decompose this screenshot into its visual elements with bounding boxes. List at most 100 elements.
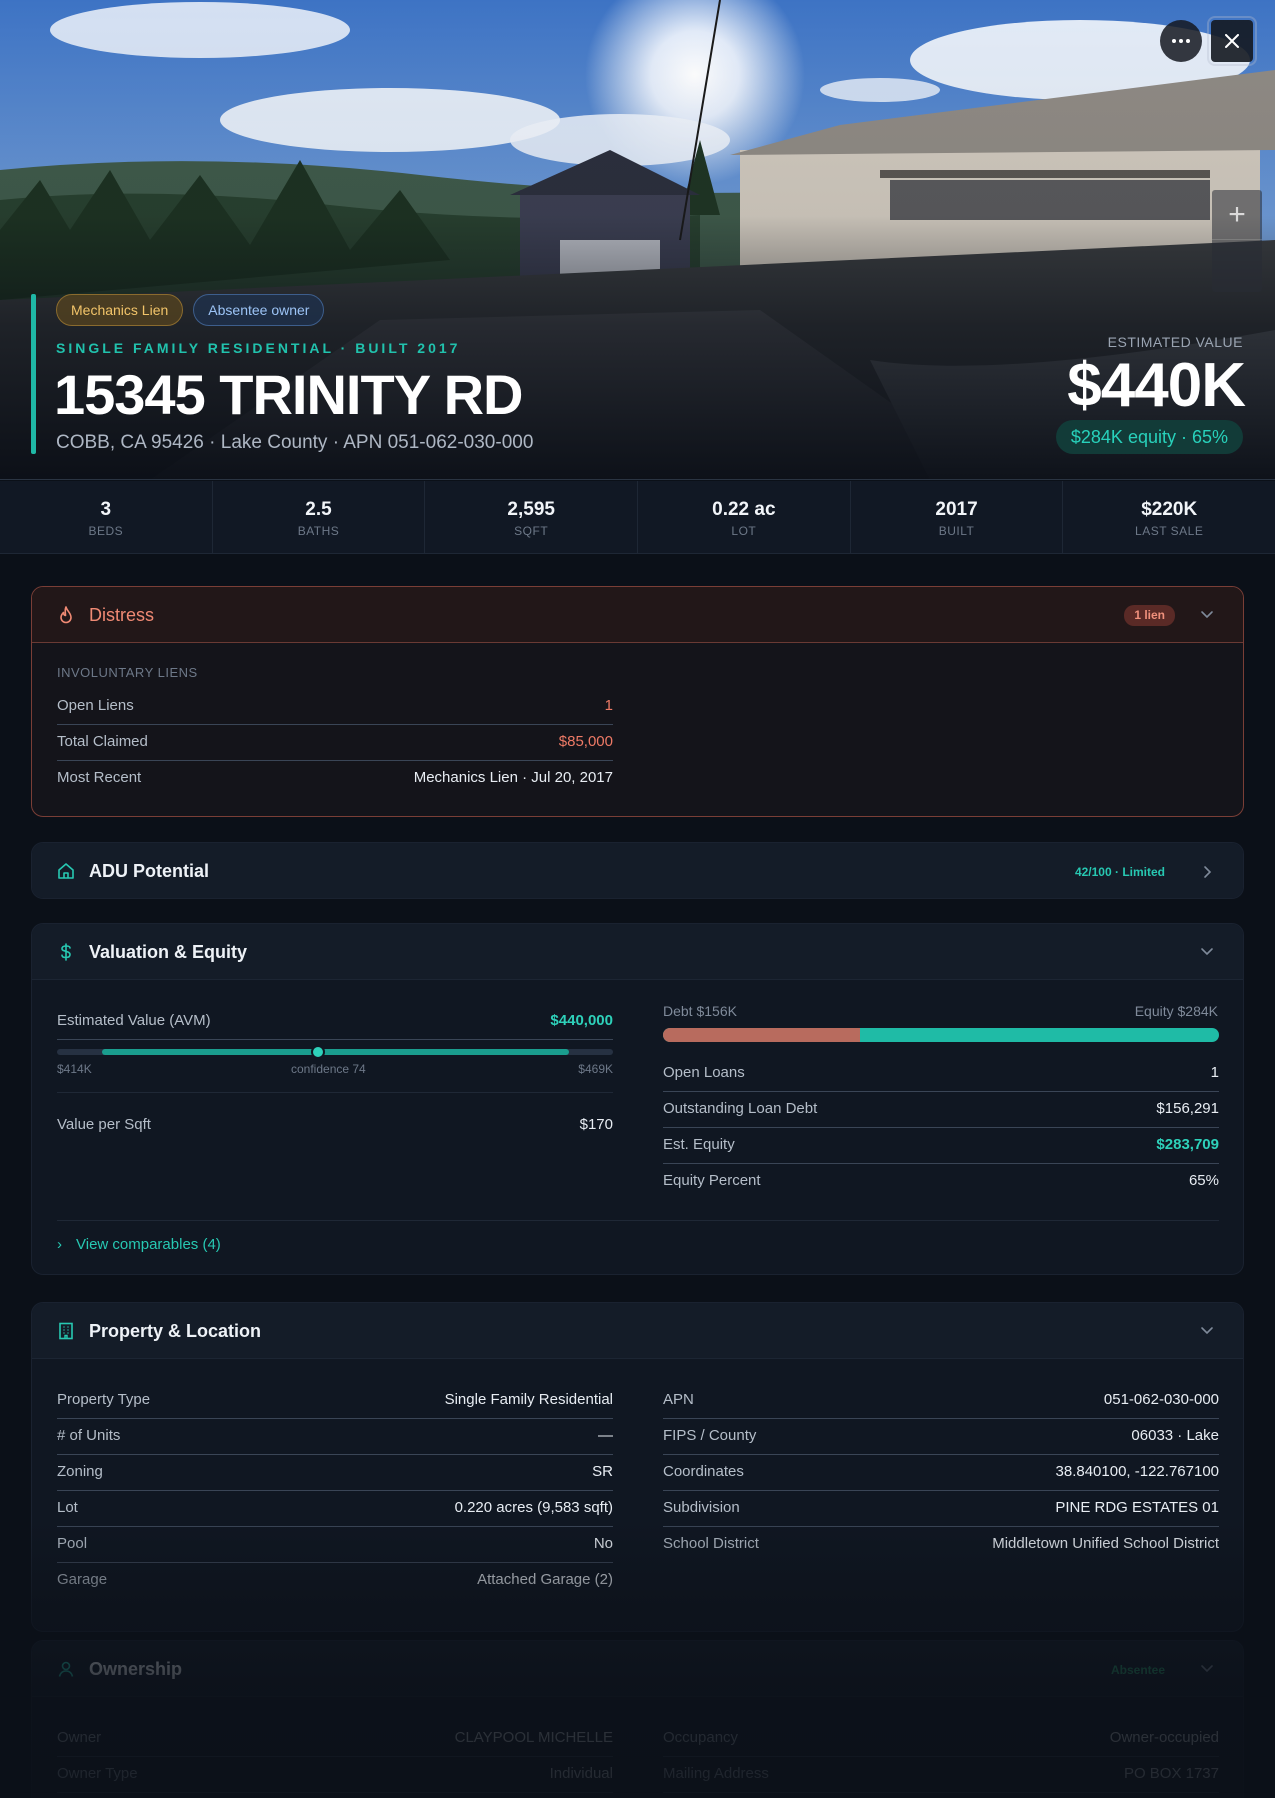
range-confidence: confidence 74 [291,1062,366,1076]
open-liens-row: Open Liens 1 [57,689,613,725]
property-location: COBB, CA 95426 · Lake County · APN 051-0… [56,432,534,453]
coordinates-row: Coordinates 38.840100, -122.767100 [663,1455,1219,1491]
occupancy-badge: Absentee [1110,1663,1165,1677]
row-value: PO BOX 1737 [1123,1765,1219,1782]
row-value: No [593,1535,613,1552]
valuation-header[interactable]: Valuation & Equity [32,924,1243,980]
row-key: Value per Sqft [57,1116,151,1133]
row-key: # of Units [57,1427,121,1444]
property-type-row: Property Type Single Family Residential [57,1383,613,1419]
adu-panel[interactable]: ADU Potential 42/100 · Limited [31,842,1244,899]
chevron-down-icon[interactable] [1197,941,1217,961]
value-per-sqft-row: Value per Sqft $170 [57,1108,613,1144]
apn-row: APN 051-062-030-000 [663,1383,1219,1419]
row-key: Outstanding Loan Debt [663,1100,818,1117]
chevron-down-icon[interactable] [1197,1320,1217,1340]
property-hero: + Mechanics Lien Absentee owner SINGLE F… [0,0,1275,480]
row-key: Subdivision [663,1499,740,1516]
divider [57,1220,1219,1221]
row-value: Mechanics Lien · Jul 20, 2017 [413,769,613,786]
street-view-zoom-control: + [1212,190,1262,292]
est-equity-row: Est. Equity $283,709 [663,1128,1219,1164]
pool-row: Pool No [57,1527,613,1563]
zoom-out-button[interactable] [1212,241,1262,291]
row-key: Total Claimed [57,733,148,750]
debt-label: Debt $156K [663,1003,737,1019]
equity-pill: $284K equity · 65% [1055,420,1243,454]
row-value: 38.840100, -122.767100 [1055,1463,1219,1480]
row-key: Open Loans [663,1064,745,1081]
property-header[interactable]: Property & Location [32,1303,1243,1359]
stat-built: 2017 BUILT [851,481,1064,553]
stat-label: LOT [731,524,757,538]
row-key: Garage [57,1571,108,1588]
row-value: 1 [1210,1064,1219,1081]
stat-last-sale: $220K LAST SALE [1063,481,1275,553]
adu-title: ADU Potential [89,861,210,881]
row-key: Owner [57,1729,102,1746]
user-icon [58,1661,74,1677]
lot-row: Lot 0.220 acres (9,583 sqft) [57,1491,613,1527]
row-key: Owner Type [57,1765,138,1782]
school-district-row: School District Middletown Unified Schoo… [663,1527,1219,1563]
occupancy-row: Occupancy Owner-occupied [663,1721,1219,1757]
tag-mechanics-lien: Mechanics Lien [56,294,184,326]
view-comparables-link[interactable]: › View comparables (4) [57,1236,221,1253]
row-value: 1 [604,697,613,714]
property-location-panel: Property & Location Property Type Single… [31,1302,1244,1632]
hero-accent-bar [31,294,36,454]
close-button[interactable] [1207,16,1257,66]
row-value: Attached Garage (2) [477,1571,613,1588]
property-tags: Mechanics Lien Absentee owner [56,294,325,326]
row-key: Zoning [57,1463,103,1480]
row-key: FIPS / County [663,1427,757,1444]
row-value: 051-062-030-000 [1103,1391,1219,1408]
more-options-button[interactable] [1160,20,1202,62]
stat-beds: 3 BEDS [0,481,213,553]
row-value: — [598,1427,613,1444]
total-claimed-row: Total Claimed $85,000 [57,725,613,761]
stat-value: 2,595 [507,499,555,520]
row-value: $440,000 [550,1012,613,1029]
chevron-right-icon: › [57,1236,62,1253]
adu-score: 42/100 · Limited [1074,865,1165,879]
row-key: Pool [57,1535,88,1552]
most-recent-row: Most Recent Mechanics Lien · Jul 20, 201… [57,761,613,797]
stat-label: BUILT [938,524,975,538]
owner-type-row: Owner Type Individual [57,1757,613,1793]
stat-sqft: 2,595 SQFT [425,481,639,553]
distress-panel: Distress 1 lien INVOLUNTARY LIENS Open L… [31,586,1244,817]
ownership-header[interactable]: Ownership Absentee [32,1641,1243,1697]
stat-value: 3 [100,499,112,520]
row-value: SR [592,1463,613,1480]
stat-label: LAST SALE [1135,524,1204,538]
mailing-address-row: Mailing Address PO BOX 1737 [663,1757,1219,1793]
row-key: Open Liens [57,697,134,714]
chevron-right-icon[interactable] [1197,862,1217,882]
chevron-down-icon[interactable] [1197,1658,1217,1678]
row-value: Owner-occupied [1109,1729,1219,1746]
stat-value: 0.22 ac [712,499,776,520]
stat-baths: 2.5 BATHS [213,481,426,553]
involuntary-liens-label: INVOLUNTARY LIENS [57,665,198,680]
estimated-value-label: ESTIMATED VALUE [1107,334,1243,350]
row-value: Single Family Residential [444,1391,613,1408]
row-key: Est. Equity [663,1136,735,1153]
zoom-in-button[interactable]: + [1212,190,1262,240]
divider [57,1092,613,1093]
debt-equity-bar [663,1028,1219,1042]
row-key: Occupancy [663,1729,739,1746]
open-loans-row: Open Loans 1 [663,1056,1219,1092]
stat-value: 2.5 [305,499,332,520]
row-value: PINE RDG ESTATES 01 [1055,1499,1219,1516]
adu-header[interactable]: ADU Potential 42/100 · Limited [32,843,1243,898]
distress-title: Distress [89,605,155,625]
row-key: Mailing Address [663,1765,769,1782]
chevron-down-icon[interactable] [1197,604,1217,624]
stat-label: BATHS [297,524,340,538]
garage-row: Garage Attached Garage (2) [57,1563,613,1599]
property-address: 15345 TRINITY RD [54,363,523,426]
distress-header[interactable]: Distress 1 lien [32,587,1243,643]
row-value: $85,000 [558,733,613,750]
ellipsis-icon [1172,39,1190,43]
